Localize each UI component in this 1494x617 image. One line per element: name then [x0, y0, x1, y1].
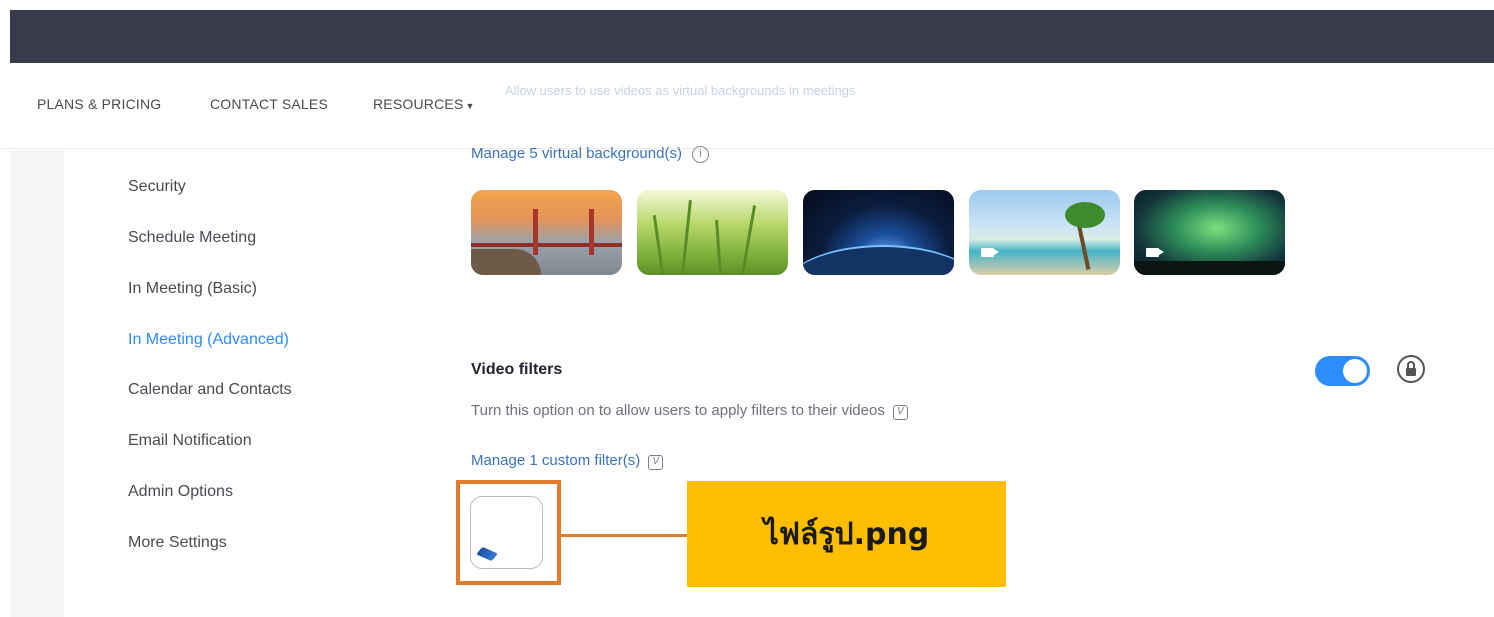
video-camera-icon [981, 248, 999, 257]
sidebar-item-in-meeting-basic[interactable]: In Meeting (Basic) [128, 280, 257, 298]
toggle-knob [1343, 359, 1367, 383]
grass-blade-shape [715, 219, 722, 275]
grass-blade-shape [740, 205, 757, 275]
grass-blade-shape [652, 215, 665, 275]
manage-custom-filters-label: Manage 1 custom filter(s) [471, 452, 641, 469]
sidebar-item-schedule-meeting[interactable]: Schedule Meeting [128, 229, 256, 247]
sidebar-item-in-meeting-advanced[interactable]: In Meeting (Advanced) [128, 331, 289, 349]
annotation-callout: ไฟล์รูป.png [687, 481, 1006, 587]
verified-icon: V [892, 405, 908, 420]
video-camera-icon [1146, 248, 1164, 257]
virtual-background-golden-gate[interactable] [471, 190, 622, 275]
manage-virtual-backgrounds-link[interactable]: Manage 5 virtual background(s) i [471, 145, 709, 163]
video-filters-title: Video filters [471, 361, 563, 378]
video-filters-toggle[interactable] [1315, 356, 1370, 386]
earth-shape [803, 245, 954, 275]
highlight-frame [456, 480, 561, 585]
sidebar-item-security[interactable]: Security [128, 178, 186, 196]
virtual-background-earth[interactable] [803, 190, 954, 275]
manage-custom-filters-link[interactable]: Manage 1 custom filter(s) V [471, 452, 664, 470]
manage-virtual-backgrounds-label: Manage 5 virtual background(s) [471, 145, 682, 162]
top-header-bar [10, 10, 1494, 63]
lock-icon[interactable] [1397, 355, 1425, 383]
treeline-shape [1134, 261, 1285, 275]
bridge-tower-shape [589, 209, 594, 255]
faded-setting-text: Allow users to use videos as virtual bac… [505, 83, 856, 98]
virtual-background-grass[interactable] [637, 190, 788, 275]
top-navigation: PLANS & PRICING CONTACT SALES RESOURCES ▼… [0, 63, 1494, 149]
sidebar-item-admin-options[interactable]: Admin Options [128, 483, 233, 501]
sidebar-item-calendar-contacts[interactable]: Calendar and Contacts [128, 381, 292, 399]
chevron-down-icon: ▼ [465, 101, 475, 111]
sidebar-background [10, 150, 64, 617]
sidebar-item-more-settings[interactable]: More Settings [128, 534, 227, 552]
nav-plans-pricing[interactable]: PLANS & PRICING [37, 96, 161, 112]
lock-body-shape [1406, 368, 1416, 376]
filter-preview-mark [476, 546, 498, 562]
bridge-deck-shape [471, 243, 622, 247]
grass-blade-shape [681, 200, 692, 275]
virtual-background-beach[interactable] [969, 190, 1120, 275]
sidebar-item-email-notification[interactable]: Email Notification [128, 432, 252, 450]
video-filters-description-text: Turn this option on to allow users to ap… [471, 402, 885, 419]
nav-contact-sales[interactable]: CONTACT SALES [210, 96, 328, 112]
hill-shape [471, 249, 541, 275]
verified-icon: V [648, 455, 664, 470]
custom-filter-thumbnail[interactable] [470, 496, 543, 569]
palm-leaves-shape [1065, 202, 1105, 228]
callout-connector-line [561, 534, 687, 537]
nav-resources-label: RESOURCES [373, 96, 464, 112]
virtual-background-aurora[interactable] [1134, 190, 1285, 275]
bridge-tower-shape [533, 209, 538, 255]
info-icon[interactable]: i [691, 146, 709, 163]
video-filters-description: Turn this option on to allow users to ap… [471, 402, 908, 420]
nav-resources[interactable]: RESOURCES ▼ [373, 96, 475, 112]
